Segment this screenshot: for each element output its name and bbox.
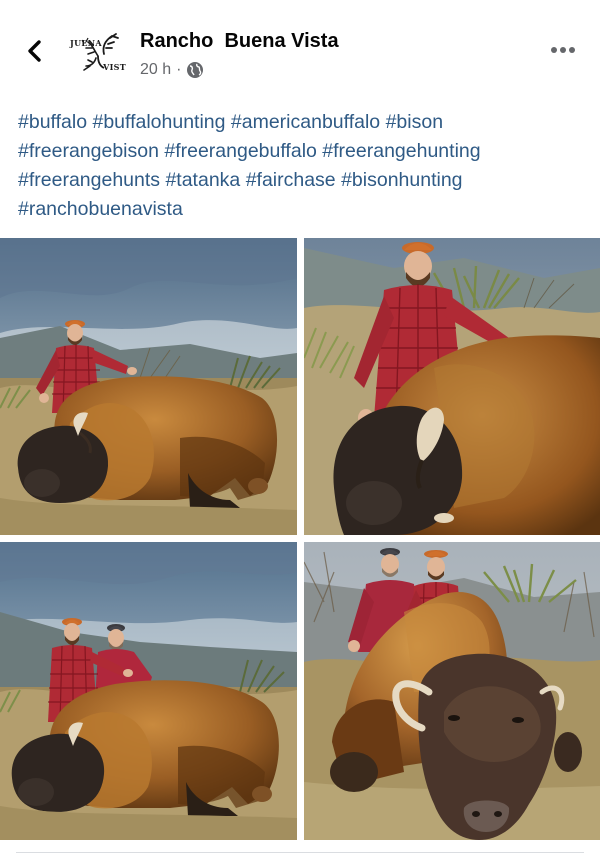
- logo-text-bottom: VIST: [103, 62, 126, 72]
- globe-icon: [187, 62, 204, 78]
- post-time[interactable]: 20 h: [140, 61, 171, 79]
- hashtag[interactable]: #tatanka: [165, 169, 240, 191]
- photo-gallery: [0, 238, 600, 840]
- hashtag[interactable]: #fairchase: [246, 169, 336, 191]
- hashtag[interactable]: #bisonhunting: [341, 169, 462, 191]
- photo-two-hunters-bison-front[interactable]: [304, 542, 600, 840]
- hashtag[interactable]: #americanbuffalo: [231, 111, 380, 133]
- hashtag[interactable]: #freerangebison: [18, 140, 159, 162]
- hashtag[interactable]: #freerangebuffalo: [164, 140, 317, 162]
- hashtag[interactable]: #freerangehunting: [322, 140, 480, 162]
- page-avatar[interactable]: JUENA VIST: [68, 22, 128, 82]
- hashtag[interactable]: #freerangehunts: [18, 169, 160, 191]
- logo-text-top: JUENA: [70, 38, 102, 48]
- post-divider: [16, 852, 584, 853]
- more-options-button[interactable]: [548, 38, 578, 62]
- photo-hunter-with-bison-closeup[interactable]: [304, 238, 600, 535]
- back-button[interactable]: [20, 36, 48, 66]
- post-caption: #buffalo #buffalohunting #americanbuffal…: [18, 108, 588, 224]
- post-header: JUENA VIST Rancho Buena Vista 20 h ·: [0, 0, 600, 100]
- hashtag[interactable]: #ranchobuenavista: [18, 198, 183, 220]
- deer-antler-logo: [81, 33, 119, 71]
- hashtag[interactable]: #buffalo: [18, 111, 87, 133]
- photo-hunter-with-bison-wide[interactable]: [0, 238, 297, 535]
- post-meta: 20 h ·: [140, 61, 204, 79]
- chevron-left-icon: [28, 40, 41, 62]
- hashtag[interactable]: #bison: [386, 111, 443, 133]
- page-name-link[interactable]: Rancho Buena Vista: [140, 30, 339, 53]
- photo-two-hunters-with-bison[interactable]: [0, 542, 297, 840]
- hashtag[interactable]: #buffalohunting: [92, 111, 225, 133]
- more-options-icon: [551, 47, 575, 53]
- meta-separator: ·: [176, 61, 182, 78]
